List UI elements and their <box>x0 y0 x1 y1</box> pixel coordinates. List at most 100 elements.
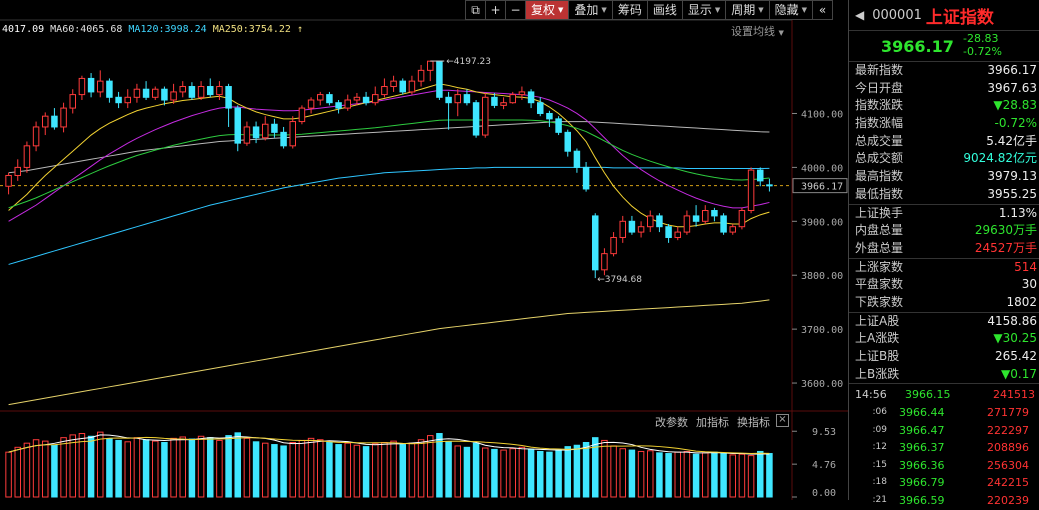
volume-bar <box>307 437 315 498</box>
volume-bar <box>463 446 471 498</box>
volume-bar <box>692 453 700 498</box>
tick-price: 3966.59 <box>899 493 945 507</box>
candle-body <box>747 169 755 212</box>
quote-row: 上A涨跌 ▼30.25 <box>849 330 1039 348</box>
volume-bar <box>197 435 205 498</box>
toolbar-button[interactable]: 画线 <box>647 0 683 20</box>
toolbar-button[interactable]: 叠加 ▼ <box>569 0 613 20</box>
volume-bar <box>702 452 709 498</box>
ma-settings-button[interactable]: 设置均线 ▼ <box>731 23 784 39</box>
quote-label: 外盘总量 <box>855 240 904 255</box>
volume-bar <box>711 451 718 498</box>
price-box: 3966.17 -28.83 -0.72% <box>849 31 1039 62</box>
toolbar-button[interactable]: 隐藏 ▼ <box>769 0 814 20</box>
candle-body <box>124 96 131 104</box>
ma-legend-item: 4017.09 <box>2 24 45 35</box>
tick-row: 14:56 3966.15 241513 <box>849 386 1039 404</box>
toolbar-button-label: 复权 <box>531 3 556 17</box>
quote-label: 最新指数 <box>855 63 904 77</box>
volume-bar <box>738 453 746 498</box>
quote-label: 上证B股 <box>855 349 900 363</box>
volume-bar <box>390 440 397 498</box>
ma-legend-item: MA60:4065.68 <box>50 24 123 35</box>
collapse-icon[interactable]: « <box>813 0 834 20</box>
candle-body <box>243 126 251 144</box>
volume-ma10-line <box>8 436 770 454</box>
tick-list[interactable]: 14:56 3966.15 241513:06 3966.44 271779:09 396… <box>849 383 1039 509</box>
candle-body <box>5 174 12 187</box>
arrow-left-icon[interactable]: ◀ <box>855 8 864 22</box>
candle-body <box>225 86 232 109</box>
quote-value: 514 <box>1014 259 1037 274</box>
volume-bar <box>619 448 626 498</box>
volume-bar <box>225 435 232 498</box>
volume-bar <box>51 444 58 498</box>
chart-area[interactable]: 4100.00 4000.00 3900.00 3800.00 3700.00 3600.… <box>0 0 848 500</box>
volume-bar <box>317 439 324 498</box>
tick-volume: 241513 <box>993 388 1035 402</box>
volume-bar <box>5 451 12 498</box>
candle-body <box>527 91 535 104</box>
volume-bar <box>161 441 168 498</box>
volume-bar <box>647 450 654 498</box>
candle-body <box>445 96 452 104</box>
volume-tick-label: 4.76 <box>812 460 836 471</box>
candle-body <box>766 184 773 187</box>
stock-name: 上证指数 <box>925 7 994 28</box>
ma-legend-item: MA120:3998.24 <box>128 24 207 35</box>
volume-bar <box>335 444 342 498</box>
edit-params-button[interactable]: 改参数 <box>655 414 688 430</box>
candle-body <box>702 210 709 222</box>
candle-body <box>362 96 370 104</box>
tick-row: :21 3966.59 220239 <box>849 492 1039 510</box>
volume-bar <box>683 450 691 498</box>
candle-body <box>152 88 159 98</box>
quote-value: ▼0.17 <box>1001 366 1037 381</box>
candle-body <box>665 226 672 238</box>
candle-body <box>546 112 553 120</box>
toolbar-button[interactable]: 筹码 <box>612 0 648 20</box>
quote-row: 指数涨跌 ▼28.83 <box>849 97 1039 115</box>
caret-down-icon: ▼ <box>758 6 764 14</box>
candle-body <box>97 80 104 93</box>
quote-value: 3967.63 <box>987 80 1037 95</box>
volume-bar <box>142 439 150 498</box>
toolbar-button[interactable]: 复权 ▼ <box>526 0 570 20</box>
candle-body <box>427 60 434 71</box>
tick-row: :15 3966.36 256304 <box>849 457 1039 475</box>
price-tick-label: 3700.00 <box>801 325 843 336</box>
expand-icon[interactable]: ⧉ <box>465 0 486 20</box>
volume-bar <box>665 453 672 498</box>
volume-tick-label: 0.00 <box>812 488 836 499</box>
candle-body <box>161 88 168 101</box>
tick-volume: 208896 <box>987 441 1029 455</box>
volume-bar <box>188 438 196 498</box>
high-label: ←4197.23 <box>446 57 491 67</box>
close-icon[interactable]: × <box>776 414 789 427</box>
zoom-out-icon[interactable]: − <box>506 0 526 20</box>
candle-body <box>472 102 480 136</box>
volume-bar <box>271 444 278 498</box>
candle-body <box>573 150 581 168</box>
candle-body <box>692 215 700 222</box>
volume-bar <box>124 441 131 498</box>
volume-bar <box>555 449 562 498</box>
candle-body <box>729 226 736 233</box>
volume-bar <box>23 442 31 498</box>
candle-body <box>234 107 241 144</box>
zoom-in-icon[interactable]: + <box>486 0 506 20</box>
quote-value: 24527万手 <box>974 240 1037 255</box>
caret-down-icon: ▼ <box>714 6 721 14</box>
quote-value: 9024.82亿元 <box>963 151 1037 166</box>
volume-bar <box>69 434 76 498</box>
tick-row: :12 3966.37 208896 <box>849 439 1039 457</box>
add-indicator-button[interactable]: 加指标 <box>696 414 729 430</box>
toolbar-button[interactable]: 周期 ▼ <box>726 0 770 20</box>
low-label: ←3794.68 <box>597 275 642 285</box>
volume-bar <box>97 431 104 498</box>
ma60-line <box>8 121 770 174</box>
switch-indicator-button[interactable]: 换指标 <box>737 414 770 430</box>
tick-price: 3966.15 <box>905 388 951 402</box>
quote-row: 内盘总量 29630万手 <box>849 222 1039 240</box>
toolbar-button[interactable]: 显示 ▼ <box>682 0 727 20</box>
